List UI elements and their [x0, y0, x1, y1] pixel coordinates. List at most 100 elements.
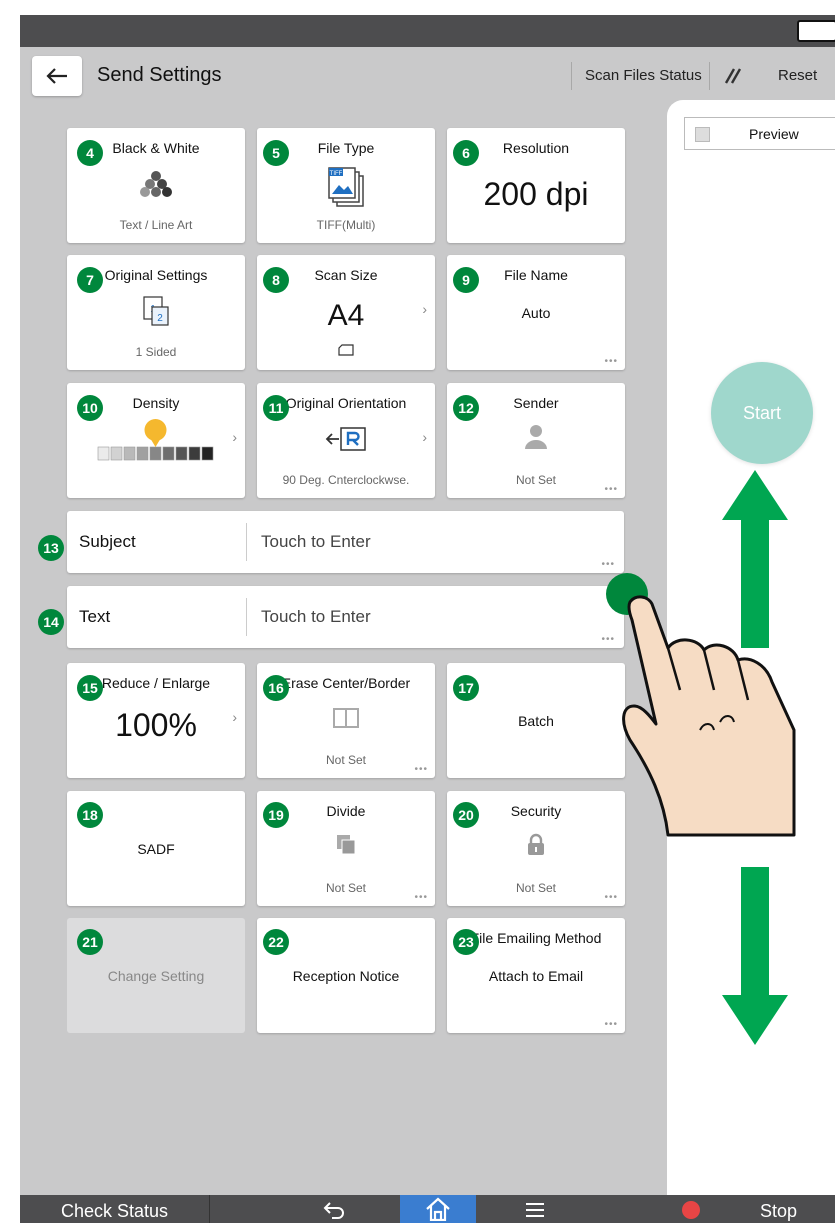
tile-value: SADF — [137, 841, 175, 857]
more-dots-icon: ••• — [604, 892, 618, 903]
subject-field[interactable]: Subject Touch to Enter ••• — [67, 511, 624, 573]
back-button[interactable] — [32, 56, 82, 96]
scan-files-status-button[interactable]: Scan Files Status — [585, 67, 702, 84]
back-arrow-icon — [46, 68, 67, 84]
stop-button[interactable]: Stop — [760, 1195, 797, 1223]
erase-frame-icon — [257, 707, 435, 734]
tile-value: Reception Notice — [292, 968, 400, 984]
density-cell — [175, 446, 188, 461]
text-field[interactable]: Text Touch to Enter ••• — [67, 586, 624, 648]
preview-checkbox[interactable] — [695, 127, 710, 142]
dots-cluster-icon — [67, 170, 245, 203]
density-cell — [136, 446, 149, 461]
callout-badge: 23 — [453, 929, 479, 955]
chevron-right-icon: › — [232, 709, 237, 725]
header-divider — [709, 62, 710, 90]
tile-value: 200 dpi — [483, 176, 589, 212]
callout-badge: 19 — [263, 802, 289, 828]
text-input[interactable]: Touch to Enter — [261, 607, 371, 627]
callout-badge: 16 — [263, 675, 289, 701]
density-cell — [110, 446, 123, 461]
callout-badge: 14 — [38, 609, 64, 635]
tile-value: TIFF(Multi) — [316, 218, 376, 232]
stop-icon[interactable] — [682, 1201, 700, 1219]
subject-input[interactable]: Touch to Enter — [261, 532, 371, 552]
more-dots-icon: ••• — [601, 559, 615, 570]
density-cell — [188, 446, 201, 461]
check-status-button[interactable]: Check Status — [20, 1195, 210, 1223]
person-icon — [447, 423, 625, 456]
callout-badge: 11 — [263, 395, 289, 421]
preview-toggle[interactable]: Preview — [684, 117, 835, 150]
tile-value: Text / Line Art — [119, 218, 193, 232]
nav-back-icon[interactable] — [322, 1199, 346, 1219]
density-cell — [123, 446, 136, 461]
tile-value: Attach to Email — [488, 968, 584, 984]
callout-badge: 5 — [263, 140, 289, 166]
callout-badge: 18 — [77, 802, 103, 828]
reset-button[interactable]: Reset — [778, 67, 817, 84]
tile-value: Not Set — [515, 881, 557, 895]
orientation-icon — [257, 425, 435, 458]
lock-icon — [447, 833, 625, 862]
density-cell — [97, 446, 110, 461]
home-button[interactable] — [400, 1195, 476, 1223]
callout-badge: 17 — [453, 675, 479, 701]
tile-value: A4 — [327, 299, 365, 332]
callout-badge: 13 — [38, 535, 64, 561]
energy-saver-button[interactable] — [797, 20, 835, 42]
moon-icon — [811, 25, 818, 39]
callout-badge: 22 — [263, 929, 289, 955]
tile-value: Change Setting — [107, 968, 205, 984]
page-two-label: 2 — [157, 313, 163, 324]
page-title: Send Settings — [97, 64, 222, 86]
more-dots-icon: ••• — [604, 484, 618, 495]
tile-value: Not Set — [325, 753, 367, 767]
callout-badge: 8 — [263, 267, 289, 293]
home-icon — [426, 1197, 450, 1221]
field-divider — [246, 523, 247, 561]
tiff-label: TIFF — [330, 171, 343, 177]
tile-value: Not Set — [325, 881, 367, 895]
density-cell — [201, 446, 214, 461]
divide-icon — [257, 833, 435, 862]
paper-size-icon — [257, 343, 435, 362]
subject-label: Subject — [79, 532, 136, 551]
more-dots-icon: ••• — [414, 892, 428, 903]
bottom-bar: Check Status Stop — [20, 1195, 835, 1223]
callout-badge: 15 — [77, 675, 103, 701]
callout-badge: 7 — [77, 267, 103, 293]
density-scale — [67, 419, 245, 472]
header-divider — [571, 62, 572, 90]
density-cell — [162, 446, 175, 461]
reset-icon[interactable] — [722, 65, 744, 87]
menu-icon[interactable] — [525, 1201, 545, 1219]
more-dots-icon: ••• — [604, 356, 618, 367]
chevron-right-icon: › — [422, 301, 427, 317]
tile-value: Not Set — [515, 473, 557, 487]
chevron-right-icon: › — [422, 429, 427, 445]
chevron-right-icon: › — [232, 429, 237, 445]
duplex-page-icon: 12 — [67, 295, 245, 332]
tile-value: 100% — [115, 707, 197, 743]
tile-value: 90 Deg. Cnterclockwse. — [282, 473, 410, 487]
start-button[interactable]: Start — [711, 362, 813, 464]
callout-badge: 21 — [77, 929, 103, 955]
callout-badge: 20 — [453, 802, 479, 828]
preview-label: Preview — [749, 126, 799, 142]
callout-badge: 12 — [453, 395, 479, 421]
status-bar — [20, 15, 835, 47]
tiff-file-icon: TIFF — [257, 164, 435, 215]
callout-badge: 10 — [77, 395, 103, 421]
device-screen: Send Settings Scan Files Status Reset Bl… — [20, 15, 835, 1223]
right-panel: Preview Start — [667, 100, 835, 1223]
text-label: Text — [79, 607, 111, 626]
density-marker-icon — [144, 419, 167, 447]
field-divider — [246, 598, 247, 636]
density-cell — [149, 446, 162, 461]
more-dots-icon: ••• — [414, 764, 428, 775]
tile-value: Auto — [521, 305, 551, 321]
callout-badge: 9 — [453, 267, 479, 293]
callout-badge: 6 — [453, 140, 479, 166]
more-dots-icon: ••• — [604, 1019, 618, 1030]
